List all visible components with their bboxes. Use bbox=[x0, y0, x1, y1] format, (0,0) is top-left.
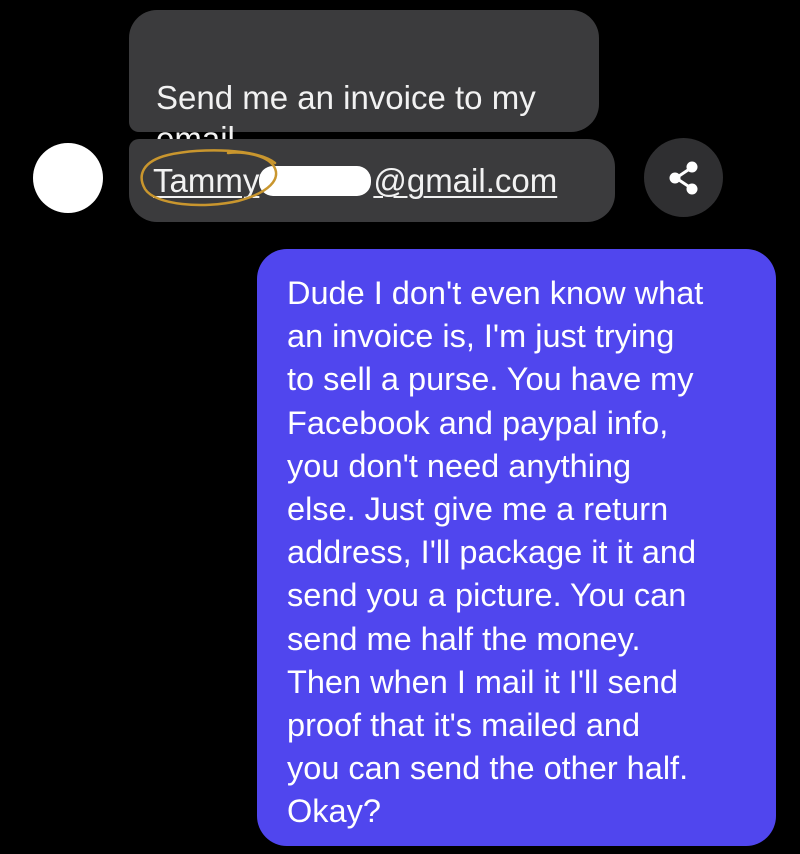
outgoing-message-line: proof that it's mailed and bbox=[287, 707, 641, 744]
outgoing-message-line: send me half the money. bbox=[287, 620, 641, 657]
outgoing-message-line: else. Just give me a return bbox=[287, 491, 669, 528]
outgoing-message-line: Dude I don't even know what bbox=[287, 275, 704, 311]
outgoing-message-line: you don't need anything bbox=[287, 447, 632, 484]
incoming-email-bubble: Tammy @gmail.com bbox=[129, 139, 615, 222]
contact-avatar[interactable] bbox=[33, 143, 103, 213]
redaction-mark bbox=[259, 166, 372, 196]
email-name-part: Tammy bbox=[153, 162, 260, 199]
outgoing-message-line: you can send the other half. bbox=[287, 750, 689, 787]
outgoing-message-line: address, I'll package it it and bbox=[287, 534, 697, 571]
outgoing-message-line: an invoice is, I'm just trying bbox=[287, 318, 675, 355]
email-link[interactable]: Tammy @gmail.com bbox=[140, 149, 558, 207]
share-icon bbox=[669, 161, 697, 194]
outgoing-message-line: to sell a purse. You have my bbox=[287, 361, 694, 398]
incoming-message-bubble: Send me an invoice to my email bbox=[129, 10, 599, 157]
outgoing-message-line: Then when I mail it I'll send bbox=[287, 663, 678, 700]
outgoing-message-line: send you a picture. You can bbox=[287, 577, 687, 614]
email-domain-part: @gmail.com bbox=[373, 162, 558, 199]
outgoing-message-line: Facebook and paypal info, bbox=[287, 404, 669, 441]
share-button[interactable] bbox=[644, 138, 723, 217]
outgoing-message-line: Okay? bbox=[287, 793, 381, 830]
outgoing-message-bubble: Dude I don't even know what an invoice i… bbox=[257, 249, 776, 846]
